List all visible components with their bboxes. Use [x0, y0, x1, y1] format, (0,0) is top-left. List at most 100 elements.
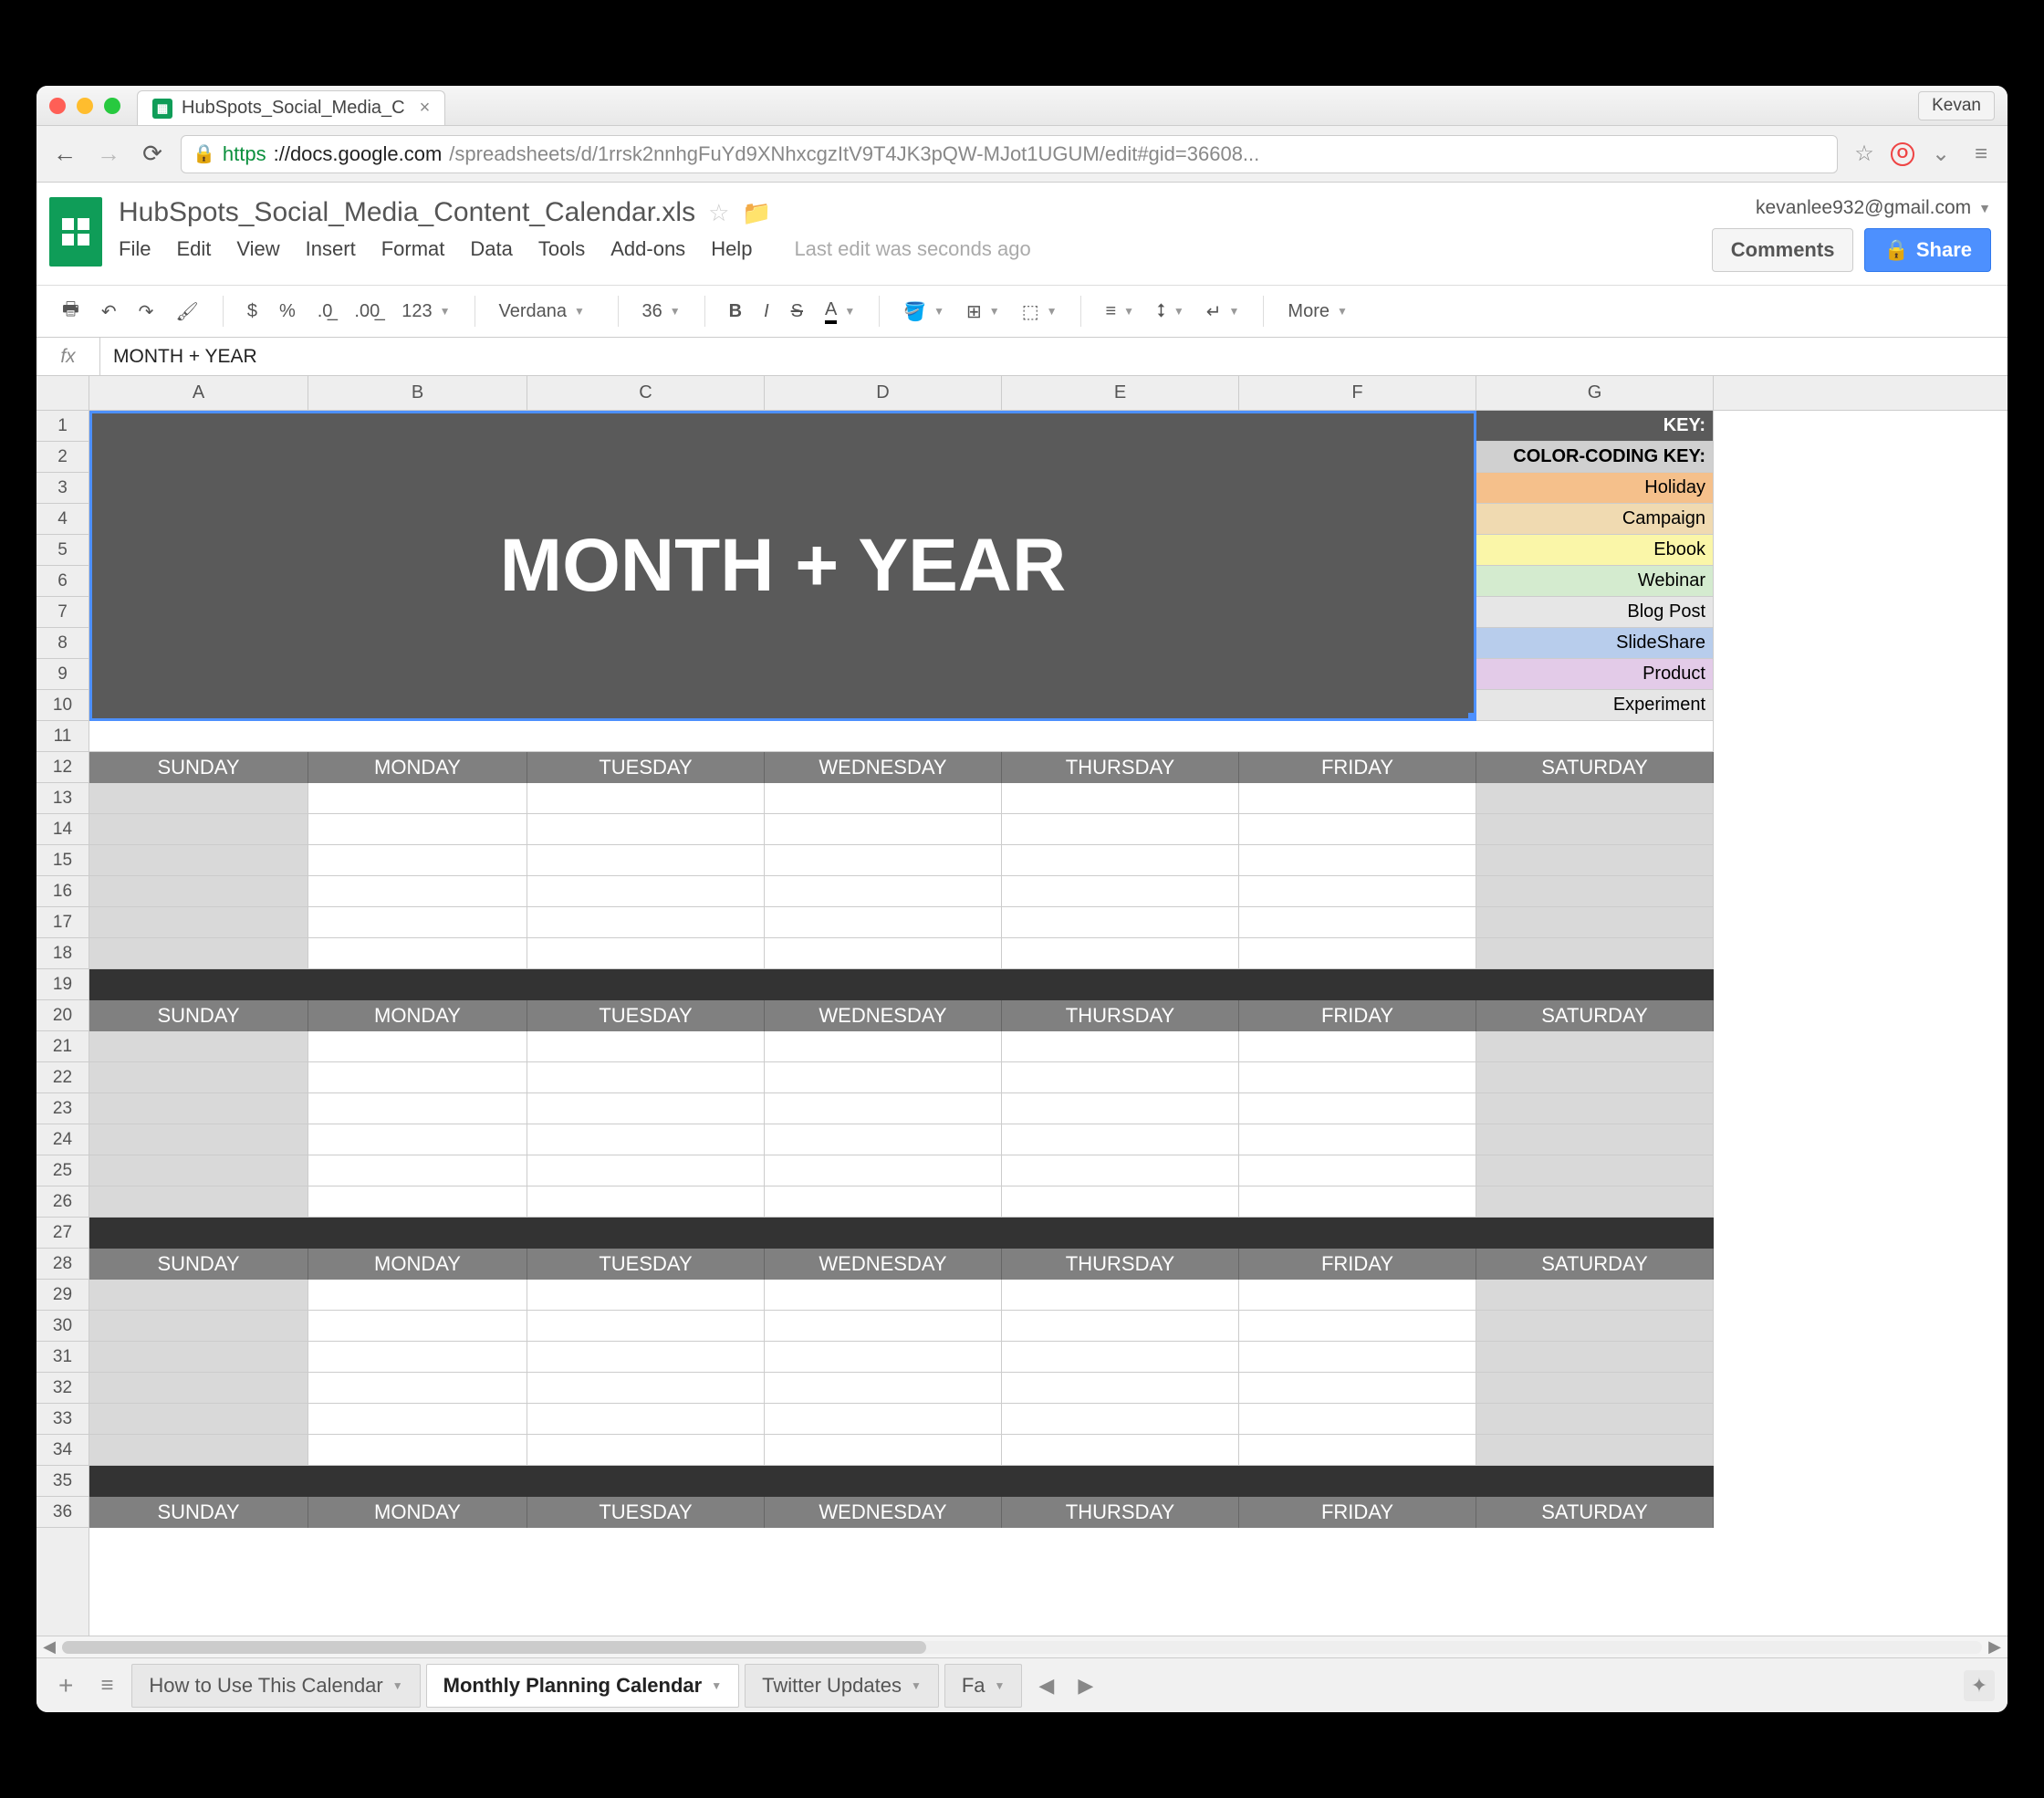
weekday-header-cell[interactable]: TUESDAY: [527, 1497, 765, 1528]
undo-icon[interactable]: ↶: [94, 297, 124, 327]
weekday-header-cell[interactable]: FRIDAY: [1239, 752, 1476, 783]
calendar-cell[interactable]: [765, 1186, 1002, 1218]
calendar-cell[interactable]: [308, 1062, 527, 1093]
calendar-cell[interactable]: [527, 1404, 765, 1435]
browser-tab[interactable]: ▦ HubSpots_Social_Media_C ×: [137, 90, 445, 125]
menu-data[interactable]: Data: [470, 237, 512, 261]
calendar-cell[interactable]: [89, 1093, 308, 1124]
key-legend-cell[interactable]: Webinar: [1476, 566, 1714, 597]
calendar-cell[interactable]: [527, 1062, 765, 1093]
calendar-cell[interactable]: [308, 1280, 527, 1311]
calendar-cell[interactable]: [308, 1186, 527, 1218]
key-legend-cell[interactable]: Product: [1476, 659, 1714, 690]
column-header[interactable]: E: [1002, 376, 1239, 410]
scroll-right-icon[interactable]: ▶: [1982, 1637, 2008, 1657]
calendar-cell[interactable]: [527, 1373, 765, 1404]
calendar-cell[interactable]: [765, 1062, 1002, 1093]
calendar-cell[interactable]: [765, 1311, 1002, 1342]
select-all-cell[interactable]: [36, 376, 89, 411]
sheet-tab[interactable]: How to Use This Calendar▼: [131, 1664, 420, 1708]
sheet-tab[interactable]: Twitter Updates▼: [745, 1664, 939, 1708]
merge-cells-icon[interactable]: ⬚▼: [1015, 297, 1065, 327]
increase-decimal-icon[interactable]: .00̲: [347, 298, 387, 326]
calendar-cell[interactable]: [765, 1404, 1002, 1435]
calendar-cell[interactable]: [527, 1093, 765, 1124]
calendar-cell[interactable]: [527, 1311, 765, 1342]
star-document-icon[interactable]: ☆: [708, 199, 729, 227]
calendar-cell[interactable]: [527, 1155, 765, 1186]
weekday-header-cell[interactable]: THURSDAY: [1002, 752, 1239, 783]
calendar-cell[interactable]: [1002, 814, 1239, 845]
calendar-cell[interactable]: [1239, 1124, 1476, 1155]
calendar-cell[interactable]: [89, 1186, 308, 1218]
calendar-cell[interactable]: [527, 814, 765, 845]
calendar-cell[interactable]: [1476, 1062, 1714, 1093]
row-header[interactable]: 9: [36, 659, 89, 690]
row-header[interactable]: 17: [36, 907, 89, 938]
calendar-cell[interactable]: [1476, 783, 1714, 814]
calendar-cell[interactable]: [527, 1031, 765, 1062]
row-header[interactable]: 3: [36, 473, 89, 504]
title-merged-cell[interactable]: MONTH + YEAR: [89, 411, 1476, 721]
opera-extension-icon[interactable]: O: [1891, 142, 1914, 166]
pocket-extension-icon[interactable]: ⌄: [1927, 141, 1955, 168]
menu-file[interactable]: File: [119, 237, 151, 261]
key-legend-cell[interactable]: Holiday: [1476, 473, 1714, 504]
calendar-cell[interactable]: [527, 1124, 765, 1155]
calendar-cell[interactable]: [89, 814, 308, 845]
row-header[interactable]: 5: [36, 535, 89, 566]
redo-icon[interactable]: ↷: [131, 297, 162, 327]
browser-profile-button[interactable]: Kevan: [1918, 91, 1995, 120]
calendar-cell[interactable]: [308, 1155, 527, 1186]
calendar-cell[interactable]: [1476, 1311, 1714, 1342]
calendar-cell[interactable]: [765, 814, 1002, 845]
text-color-icon[interactable]: A▼: [818, 296, 862, 328]
calendar-cell[interactable]: [89, 783, 308, 814]
weekday-header-cell[interactable]: FRIDAY: [1239, 1000, 1476, 1031]
key-legend-cell[interactable]: Ebook: [1476, 535, 1714, 566]
sheet-tab[interactable]: Monthly Planning Calendar▼: [426, 1664, 739, 1708]
calendar-cell[interactable]: [89, 1373, 308, 1404]
calendar-cell[interactable]: [527, 876, 765, 907]
calendar-cell[interactable]: [1476, 1342, 1714, 1373]
row-header[interactable]: 1: [36, 411, 89, 442]
row-header[interactable]: 13: [36, 783, 89, 814]
calendar-cell[interactable]: [1002, 1342, 1239, 1373]
row-header[interactable]: 19: [36, 969, 89, 1000]
menu-edit[interactable]: Edit: [176, 237, 211, 261]
explore-button[interactable]: ✦: [1964, 1670, 1995, 1701]
calendar-cell[interactable]: [765, 1093, 1002, 1124]
calendar-cell[interactable]: [1239, 1373, 1476, 1404]
borders-icon[interactable]: ⊞▼: [959, 297, 1007, 327]
calendar-cell[interactable]: [308, 1031, 527, 1062]
calendar-cell[interactable]: [1476, 907, 1714, 938]
row-header[interactable]: 32: [36, 1373, 89, 1404]
row-header[interactable]: 34: [36, 1435, 89, 1466]
calendar-cell[interactable]: [1476, 845, 1714, 876]
key-legend-cell[interactable]: SlideShare: [1476, 628, 1714, 659]
calendar-cell[interactable]: [1239, 907, 1476, 938]
menu-insert[interactable]: Insert: [306, 237, 356, 261]
calendar-cell[interactable]: [1002, 876, 1239, 907]
calendar-cell[interactable]: [1476, 814, 1714, 845]
calendar-cell[interactable]: [89, 938, 308, 969]
calendar-cell[interactable]: [1239, 1342, 1476, 1373]
calendar-cell[interactable]: [89, 1155, 308, 1186]
calendar-cell[interactable]: [527, 783, 765, 814]
paint-format-icon[interactable]: 🖌: [168, 297, 205, 327]
row-header[interactable]: 31: [36, 1342, 89, 1373]
weekday-header-cell[interactable]: MONDAY: [308, 1249, 527, 1280]
horizontal-align-icon[interactable]: ≡▼: [1098, 298, 1142, 326]
row-header[interactable]: 30: [36, 1311, 89, 1342]
weekday-header-cell[interactable]: WEDNESDAY: [765, 1249, 1002, 1280]
comments-button[interactable]: Comments: [1712, 228, 1854, 272]
calendar-cell[interactable]: [308, 845, 527, 876]
calendar-cell[interactable]: [1239, 1031, 1476, 1062]
weekday-header-cell[interactable]: SATURDAY: [1476, 1497, 1714, 1528]
weekday-header-cell[interactable]: SATURDAY: [1476, 752, 1714, 783]
calendar-cell[interactable]: [1239, 1311, 1476, 1342]
currency-icon[interactable]: $: [240, 298, 265, 326]
text-wrap-icon[interactable]: ↵▼: [1199, 297, 1247, 327]
decrease-decimal-icon[interactable]: .0̲: [310, 298, 340, 326]
back-button[interactable]: ←: [49, 139, 80, 170]
